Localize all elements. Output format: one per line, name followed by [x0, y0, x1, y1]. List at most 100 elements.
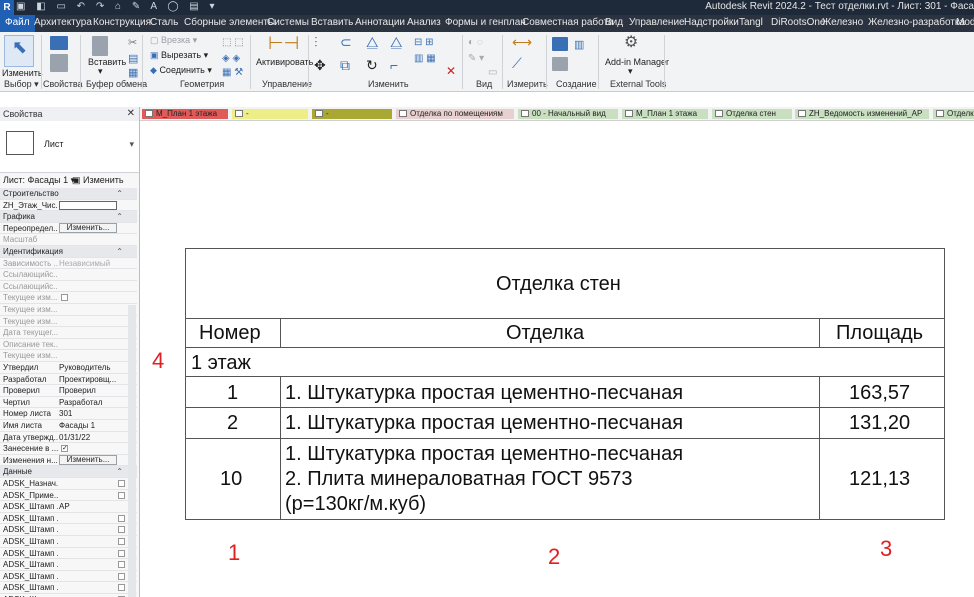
activate-view-icon[interactable]: ⊢⊣ [268, 34, 299, 52]
ribbon-tab-12[interactable]: Управление [629, 17, 685, 28]
property-value[interactable]: Проверил [59, 385, 121, 396]
ribbon-tab-0[interactable]: Файл [0, 15, 35, 32]
collapse-icon[interactable]: ⌃ [116, 466, 123, 477]
create-group-icon[interactable]: ▥ [574, 38, 584, 52]
property-row[interactable]: Разработал Проектировщ... [0, 374, 137, 386]
modify-button-label[interactable]: Изменить [2, 68, 43, 78]
property-row[interactable]: ADSK_Штамп ... АР [0, 501, 137, 513]
property-row[interactable]: Ссылающийс... [0, 281, 137, 293]
split-icon[interactable]: ⊟ ⊞ [414, 36, 434, 50]
property-checkbox[interactable] [118, 584, 125, 592]
paste-button-label[interactable]: Вставить [88, 57, 126, 67]
collapse-icon[interactable]: ⌃ [116, 188, 123, 199]
activate-button-label[interactable]: Активировать [256, 57, 313, 67]
wall-finish-schedule[interactable]: Отделка стен Номер Отделка Площадь 1 эта… [185, 248, 945, 520]
ribbon-tab-1[interactable]: Архитектура [34, 17, 92, 28]
view-tab[interactable]: Отделка [933, 109, 974, 119]
property-group[interactable]: Идентификация ⌃ [0, 246, 137, 258]
property-row[interactable]: Текущее изм... [0, 304, 137, 316]
revit-logo-icon[interactable]: R [0, 0, 14, 15]
rotate-icon[interactable]: ↻ [366, 58, 378, 72]
clipboard-icon[interactable]: ▤ [128, 52, 138, 66]
group-select[interactable]: Выбор ▾ [4, 79, 39, 90]
view-tab[interactable]: Отделка по помещениям [396, 109, 514, 119]
dimension-icon[interactable]: ⟋ [512, 56, 522, 70]
geometry-tools-icon[interactable]: ⬚ ⬚ [222, 36, 244, 50]
property-row[interactable]: ADSK_Штамп ... [0, 524, 137, 536]
property-row[interactable]: Номер листа 301 [0, 408, 137, 420]
paint-icon[interactable]: ◈ ◈ [222, 52, 240, 66]
ribbon-tab-2[interactable]: Конструкция [93, 17, 151, 28]
view-tab[interactable]: 00 - Начальный вид [518, 109, 618, 119]
ribbon-tab-11[interactable]: Вид [605, 17, 623, 28]
edit-button[interactable]: Изменить... [59, 222, 117, 233]
copy-element-icon[interactable]: ⧉ [340, 58, 350, 72]
property-checkbox[interactable] [118, 561, 125, 569]
property-row[interactable]: Изменения н... Изменить... [0, 454, 137, 467]
property-value[interactable]: Руководитель [59, 362, 121, 373]
move-icon[interactable]: ✥ [314, 58, 326, 72]
mirror-draw-icon[interactable]: ⧋ [390, 35, 403, 49]
property-value[interactable]: 301 [59, 408, 121, 419]
property-value[interactable]: Проектировщ... [59, 374, 121, 385]
view-tab[interactable]: ZH_Ведомость изменений_АР [795, 109, 929, 119]
ribbon-tab-18[interactable]: Modi [956, 17, 974, 28]
property-checkbox[interactable] [118, 572, 125, 580]
chevron-down-icon[interactable]: ▾ [129, 139, 134, 150]
property-row[interactable]: Утвердил Руководитель [0, 362, 137, 374]
property-checkbox[interactable] [61, 294, 68, 302]
measure-icon[interactable]: ⟷ [512, 35, 532, 49]
ribbon-tab-9[interactable]: Формы и генплан [445, 17, 526, 28]
ribbon-tab-14[interactable]: Tangl [739, 17, 763, 28]
property-group[interactable]: Данные ⌃ [0, 466, 137, 478]
delete-icon[interactable]: ✕ [446, 64, 456, 78]
property-row[interactable]: Масштаб [0, 234, 137, 246]
property-checkbox[interactable]: ✓ [61, 445, 68, 453]
property-value[interactable]: АР [59, 501, 121, 512]
properties-scrollbar[interactable] [128, 305, 136, 597]
addin-dropdown-icon[interactable]: ▾ [628, 66, 633, 77]
property-group[interactable]: Графика ⌃ [0, 211, 137, 223]
collapse-icon[interactable]: ⌃ [116, 246, 123, 257]
property-row[interactable]: ADSK_Приме... [0, 490, 137, 502]
property-checkbox[interactable] [118, 514, 125, 522]
property-row[interactable]: ADSK_Штамп ... [0, 571, 137, 583]
hide-icon[interactable]: ◐ ◌ [468, 36, 483, 50]
close-icon[interactable]: ✕ [127, 108, 135, 119]
trim-icon[interactable]: ⌐ [390, 58, 398, 72]
property-row[interactable]: Текущее изм... [0, 350, 137, 362]
ribbon-tab-8[interactable]: Анализ [407, 17, 441, 28]
ribbon-tab-5[interactable]: Системы [267, 17, 309, 28]
property-row[interactable]: Описание тек... [0, 339, 137, 351]
view-tab[interactable]: M_План 1 этажа [622, 109, 708, 119]
property-value[interactable]: 01/31/22 [59, 432, 121, 443]
property-value[interactable]: Фасады 1 [59, 420, 121, 431]
ribbon-tab-15[interactable]: DiRootsOne [771, 17, 825, 28]
property-row[interactable]: ADSK_Штамп ... [0, 513, 137, 525]
property-row[interactable]: Текущее изм... [0, 316, 137, 328]
ribbon-tab-13[interactable]: Надстройки [684, 17, 739, 28]
mirror-axis-icon[interactable]: ⧋ [366, 35, 379, 49]
property-group[interactable]: Строительство ⌃ [0, 188, 137, 200]
property-row[interactable]: Ссылающийс... [0, 269, 137, 281]
property-checkbox[interactable] [118, 491, 125, 499]
edit-button[interactable]: Изменить... [59, 454, 117, 465]
addin-manager-label[interactable]: Add-in Manager [605, 57, 669, 67]
property-checkbox[interactable] [118, 526, 125, 534]
property-row[interactable]: ADSK_Штамп ... [0, 559, 137, 571]
view-tab[interactable]: - [232, 109, 308, 119]
property-row[interactable]: Имя листа Фасады 1 [0, 420, 137, 432]
instance-selector[interactable]: Лист: Фасады 1 ▾ [1, 175, 77, 186]
ribbon-tab-6[interactable]: Вставить [311, 17, 353, 28]
paste-dropdown-icon[interactable]: ▾ [98, 66, 103, 77]
view-tab[interactable]: - [312, 109, 392, 119]
type-selector[interactable]: Лист ▾ [0, 121, 139, 173]
property-row[interactable]: Занесение в ... ✓ [0, 443, 137, 455]
property-row[interactable]: ADSK_Штамп ... [0, 536, 137, 548]
align-icon[interactable]: ⫶ [314, 35, 318, 49]
properties-icon[interactable] [50, 36, 68, 50]
property-row[interactable]: Дата текущег... [0, 327, 137, 339]
property-checkbox[interactable] [118, 538, 125, 545]
property-row[interactable]: Чертил Разработал [0, 397, 137, 409]
view-tab[interactable]: Отделка стен [712, 109, 792, 119]
